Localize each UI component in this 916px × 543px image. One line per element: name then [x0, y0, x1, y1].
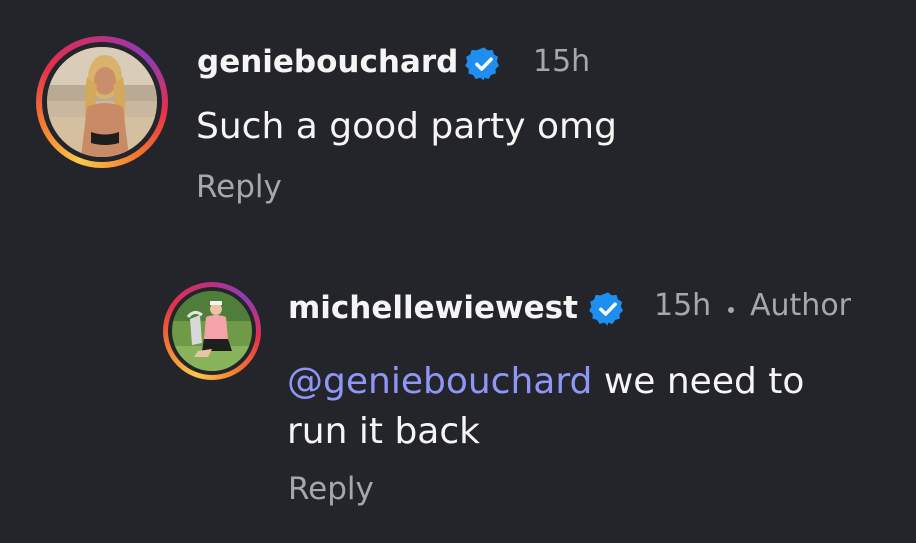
- verified-badge-icon: [465, 45, 503, 87]
- username[interactable]: geniebouchard: [197, 44, 458, 80]
- comments-thread: geniebouchard 15h Such a good party omg …: [0, 0, 916, 543]
- avatar[interactable]: [47, 47, 157, 157]
- comment-text-line1: we need to: [603, 361, 805, 402]
- comment-text: @geniebouchard we need to: [287, 357, 804, 407]
- reply-button[interactable]: Reply: [196, 169, 282, 205]
- mention-link[interactable]: @geniebouchard: [287, 361, 592, 402]
- comment-text: Such a good party omg: [196, 106, 617, 147]
- avatar-photo-beach: [47, 47, 157, 157]
- separator-dot: [728, 307, 734, 313]
- avatar-photo-golf: [172, 291, 252, 371]
- author-label: Author: [750, 288, 852, 323]
- verified-badge-icon: [589, 290, 627, 332]
- username[interactable]: michellewiewest: [288, 290, 578, 326]
- comment-text-line2: run it back: [287, 411, 480, 452]
- timestamp: 15h: [654, 288, 712, 323]
- avatar[interactable]: [172, 291, 252, 371]
- reply-button[interactable]: Reply: [288, 471, 374, 507]
- timestamp: 15h: [533, 44, 591, 79]
